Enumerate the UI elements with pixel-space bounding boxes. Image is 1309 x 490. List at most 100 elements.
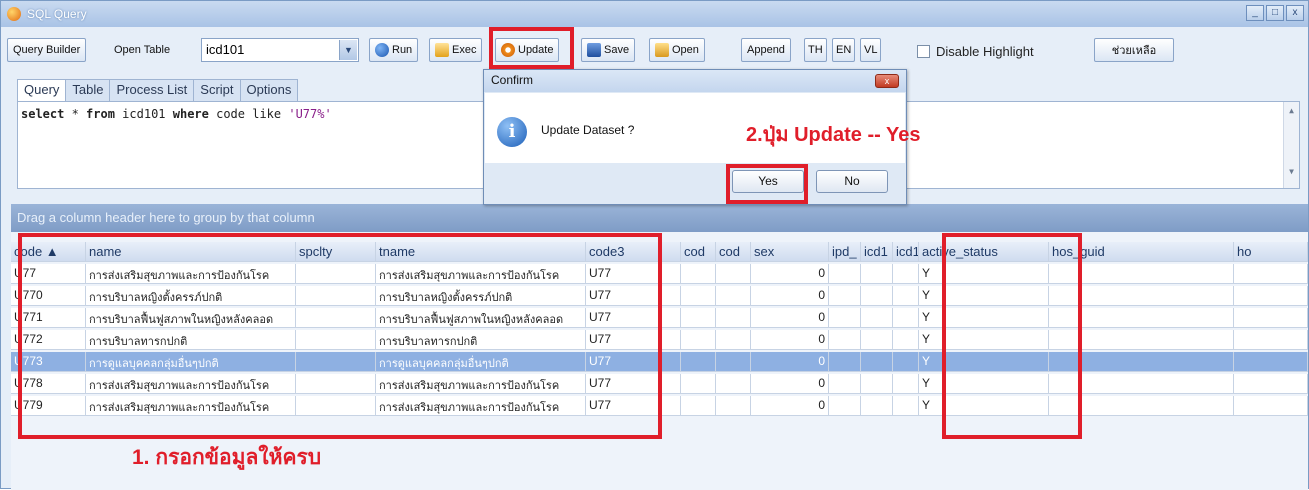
table-cell[interactable] bbox=[861, 308, 893, 328]
table-cell[interactable]: U77 bbox=[586, 286, 681, 306]
table-cell[interactable] bbox=[681, 286, 716, 306]
save-button[interactable]: Save bbox=[581, 38, 636, 62]
column-header[interactable]: code ▲ bbox=[11, 242, 86, 262]
tab-script[interactable]: Script bbox=[193, 79, 241, 101]
chevron-down-icon[interactable]: ▼ bbox=[339, 40, 357, 60]
en-button[interactable]: EN bbox=[832, 38, 856, 62]
table-cell[interactable] bbox=[296, 330, 376, 350]
tab-process-list[interactable]: Process List bbox=[109, 79, 195, 101]
disable-highlight-checkbox[interactable]: Disable Highlight bbox=[917, 44, 1034, 59]
table-cell[interactable]: U77 bbox=[11, 264, 86, 284]
grid-header-row[interactable]: code ▲ name spclty tname code3 cod cod sex ipd_ i… bbox=[11, 242, 1308, 262]
column-header[interactable]: hos_guid bbox=[1049, 242, 1234, 262]
table-cell[interactable] bbox=[893, 264, 919, 284]
table-cell[interactable]: Y bbox=[919, 374, 1049, 394]
column-header[interactable]: ho bbox=[1234, 242, 1308, 262]
table-cell[interactable] bbox=[829, 264, 861, 284]
table-cell[interactable] bbox=[861, 374, 893, 394]
table-cell[interactable]: การบริบาลหญิงตั้งครรภ์ปกติ bbox=[376, 286, 586, 306]
table-row[interactable]: U773 การดูแลบุคคลกลุ่มอื่นๆปกติ การดูแลบุค… bbox=[11, 352, 1308, 372]
table-row[interactable]: U770 การบริบาลหญิงตั้งครรภ์ปกติ การบริบาลห… bbox=[11, 286, 1308, 306]
run-button[interactable]: Run bbox=[369, 38, 419, 62]
table-row[interactable]: U778 การส่งเสริมสุขภาพและการป้องกันโรค การ… bbox=[11, 374, 1308, 394]
table-cell[interactable] bbox=[893, 396, 919, 416]
table-cell[interactable] bbox=[893, 330, 919, 350]
maximize-icon[interactable]: □ bbox=[1266, 5, 1284, 21]
scroll-up-icon[interactable]: ▲ bbox=[1284, 106, 1299, 115]
table-cell[interactable] bbox=[1049, 286, 1234, 306]
table-cell[interactable] bbox=[829, 374, 861, 394]
table-cell[interactable] bbox=[861, 286, 893, 306]
table-cell[interactable]: การบริบาลทารกปกติ bbox=[86, 330, 296, 350]
table-cell[interactable] bbox=[681, 308, 716, 328]
table-row[interactable]: U772 การบริบาลทารกปกติ การบริบาลทารกปกติ U7… bbox=[11, 330, 1308, 350]
table-cell[interactable]: U779 bbox=[11, 396, 86, 416]
table-cell[interactable]: Y bbox=[919, 396, 1049, 416]
table-cell[interactable] bbox=[1234, 396, 1308, 416]
table-cell[interactable]: การบริบาลทารกปกติ bbox=[376, 330, 586, 350]
tab-query[interactable]: Query bbox=[17, 79, 67, 102]
table-cell[interactable] bbox=[681, 374, 716, 394]
column-header[interactable]: tname bbox=[376, 242, 586, 262]
table-cell[interactable] bbox=[1049, 374, 1234, 394]
column-header[interactable]: icd1 bbox=[861, 242, 893, 262]
table-cell[interactable]: 0 bbox=[751, 352, 829, 372]
open-button[interactable]: Open bbox=[649, 38, 705, 62]
append-button[interactable]: Append bbox=[741, 38, 791, 62]
table-cell[interactable] bbox=[861, 352, 893, 372]
table-cell[interactable] bbox=[716, 286, 751, 306]
table-cell[interactable] bbox=[1234, 352, 1308, 372]
column-header[interactable]: sex bbox=[751, 242, 829, 262]
th-button[interactable]: TH bbox=[804, 38, 827, 62]
table-cell[interactable]: Y bbox=[919, 330, 1049, 350]
editor-scrollbar[interactable]: ▲ ▼ bbox=[1283, 102, 1299, 188]
table-cell[interactable] bbox=[893, 374, 919, 394]
table-cell[interactable] bbox=[296, 308, 376, 328]
column-header[interactable]: spclty bbox=[296, 242, 376, 262]
table-cell[interactable]: 0 bbox=[751, 286, 829, 306]
table-cell[interactable] bbox=[829, 330, 861, 350]
table-cell[interactable]: U77 bbox=[586, 264, 681, 284]
table-cell[interactable] bbox=[681, 330, 716, 350]
table-cell[interactable]: U77 bbox=[586, 352, 681, 372]
table-cell[interactable] bbox=[893, 286, 919, 306]
column-header[interactable]: icd1 bbox=[893, 242, 919, 262]
table-cell[interactable]: การส่งเสริมสุขภาพและการป้องกันโรค bbox=[376, 264, 586, 284]
table-row[interactable]: U771 การบริบาลฟื้นฟูสภาพในหญิงหลังคลอด การ… bbox=[11, 308, 1308, 328]
table-cell[interactable] bbox=[829, 352, 861, 372]
table-cell[interactable] bbox=[296, 396, 376, 416]
table-cell[interactable] bbox=[716, 330, 751, 350]
dialog-close-icon[interactable]: x bbox=[875, 74, 899, 88]
group-panel[interactable]: Drag a column header here to group by th… bbox=[11, 204, 1308, 232]
table-cell[interactable]: 0 bbox=[751, 374, 829, 394]
table-cell[interactable] bbox=[296, 264, 376, 284]
table-cell[interactable]: Y bbox=[919, 264, 1049, 284]
table-cell[interactable]: การส่งเสริมสุขภาพและการป้องกันโรค bbox=[86, 264, 296, 284]
table-cell[interactable]: U77 bbox=[586, 396, 681, 416]
table-cell[interactable]: Y bbox=[919, 352, 1049, 372]
update-button[interactable]: Update bbox=[495, 38, 560, 62]
table-cell[interactable] bbox=[681, 352, 716, 372]
table-cell[interactable] bbox=[716, 396, 751, 416]
table-cell[interactable] bbox=[1234, 308, 1308, 328]
query-builder-button[interactable]: Query Builder bbox=[7, 38, 87, 62]
table-cell[interactable]: 0 bbox=[751, 396, 829, 416]
table-cell[interactable] bbox=[861, 330, 893, 350]
table-cell[interactable] bbox=[296, 374, 376, 394]
table-row[interactable]: U77 การส่งเสริมสุขภาพและการป้องกันโรค การส… bbox=[11, 264, 1308, 284]
table-cell[interactable] bbox=[716, 308, 751, 328]
checkbox-box[interactable] bbox=[917, 45, 930, 58]
table-cell[interactable]: การบริบาลฟื้นฟูสภาพในหญิงหลังคลอด bbox=[376, 308, 586, 328]
table-row[interactable]: U779 การส่งเสริมสุขภาพและการป้องกันโรค การ… bbox=[11, 396, 1308, 416]
scroll-down-icon[interactable]: ▼ bbox=[1284, 167, 1299, 176]
column-header[interactable]: cod bbox=[681, 242, 716, 262]
table-cell[interactable]: U772 bbox=[11, 330, 86, 350]
vl-button[interactable]: VL bbox=[860, 38, 882, 62]
exec-button[interactable]: Exec bbox=[429, 38, 483, 62]
table-cell[interactable]: 0 bbox=[751, 330, 829, 350]
table-cell[interactable] bbox=[681, 264, 716, 284]
table-cell[interactable] bbox=[1234, 286, 1308, 306]
table-cell[interactable] bbox=[1049, 352, 1234, 372]
table-cell[interactable]: การส่งเสริมสุขภาพและการป้องกันโรค bbox=[376, 374, 586, 394]
tab-options[interactable]: Options bbox=[239, 79, 299, 101]
